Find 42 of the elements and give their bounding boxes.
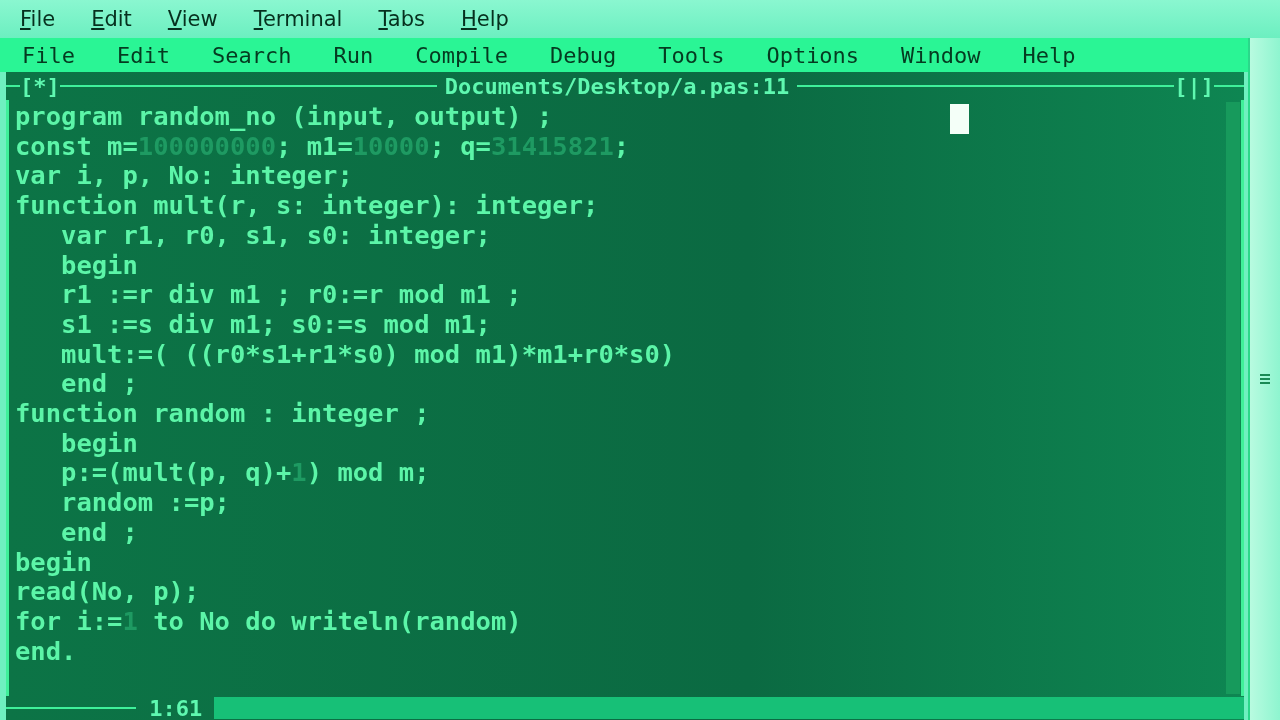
code-line: var r1, r0, s1, s0: integer;	[60, 220, 491, 251]
code-line: program random_no (input, output) ;	[15, 102, 553, 132]
menu-item[interactable]: Tools	[658, 42, 725, 68]
menu-item[interactable]: Run	[333, 42, 374, 68]
code-line: begin	[60, 428, 138, 459]
code-line: end.	[15, 636, 77, 667]
code-line: random :=p;	[60, 488, 230, 518]
menu-item[interactable]: Help	[1022, 42, 1076, 68]
code-line: var i, p, No: integer;	[15, 161, 353, 192]
zoom-marker[interactable]: [|]	[1174, 73, 1214, 99]
menu-item[interactable]: File	[20, 7, 56, 31]
code-line: s1 :=s div m1; s0:=s mod m1;	[60, 309, 491, 340]
code-line: function random : integer ;	[15, 399, 430, 429]
menu-item[interactable]: Tabs	[378, 7, 425, 31]
menu-item[interactable]: Search	[211, 42, 292, 68]
menu-item[interactable]: Terminal	[253, 7, 343, 31]
menu-item[interactable]: Compile	[415, 42, 508, 68]
code-line: end ;	[60, 517, 138, 548]
menu-item[interactable]: Options	[766, 42, 860, 68]
modified-marker: [*]	[20, 73, 60, 99]
cursor-position: 1:61	[148, 695, 203, 720]
menu-item[interactable]: Debug	[549, 42, 617, 68]
window-title: Documents/Desktop/a.pas:11	[443, 73, 791, 99]
menu-item[interactable]: Window	[901, 42, 981, 68]
menu-item[interactable]: View	[167, 7, 218, 31]
code-line: read(No, p);	[15, 577, 200, 607]
horizontal-scrollbar[interactable]	[214, 697, 1244, 719]
code-line: r1 :=r div m1 ; r0:=r mod m1 ;	[60, 280, 522, 310]
menu-item[interactable]: Edit	[91, 7, 132, 31]
grip-icon	[1260, 373, 1270, 385]
menu-item[interactable]: Edit	[117, 42, 170, 68]
code-line: begin	[60, 250, 138, 281]
menu-item[interactable]: File	[22, 42, 75, 68]
code-line: function mult(r, s: integer): integer;	[15, 191, 599, 221]
terminal-scrollbar[interactable]	[1248, 38, 1280, 720]
code-line: begin	[15, 547, 92, 578]
code-line: p:=(mult(p, q)+1) mod m;	[60, 458, 430, 489]
menu-item[interactable]: Help	[460, 7, 509, 31]
code-line: mult:=( ((r0*s1+r1*s0) mod m1)*m1+r0*s0)	[60, 339, 676, 370]
text-cursor	[950, 104, 969, 134]
vertical-scrollbar[interactable]	[1226, 102, 1240, 694]
code-line: end ;	[60, 369, 138, 400]
